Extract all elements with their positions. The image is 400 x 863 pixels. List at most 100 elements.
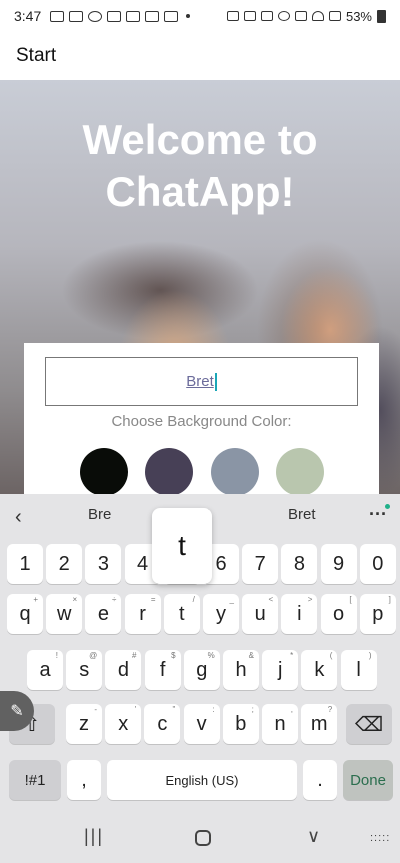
key-d-label: d	[117, 658, 129, 681]
key-e[interactable]: e ÷	[85, 594, 122, 634]
key-8[interactable]: 8	[281, 544, 318, 584]
key-n[interactable]: n,	[262, 704, 298, 744]
key-b-label: b	[235, 712, 247, 735]
key-r[interactable]: r =	[124, 594, 161, 634]
key-s[interactable]: s @	[66, 650, 103, 690]
key-j-label: j	[277, 658, 283, 681]
color-swatch-blue-gray[interactable]	[211, 448, 259, 496]
key-hint: -	[94, 705, 97, 714]
key-d[interactable]: d #	[105, 650, 142, 690]
name-input-value: Bret	[186, 373, 214, 390]
key-i-label: i	[297, 602, 302, 625]
space-key[interactable]: English (US)	[107, 760, 297, 800]
key-h[interactable]: h &	[223, 650, 259, 690]
key-0-label: 0	[372, 552, 384, 575]
key-v[interactable]: v:	[183, 704, 220, 744]
key-2-label: 2	[58, 552, 70, 575]
notification-icon	[107, 10, 122, 22]
key-hint: "	[172, 705, 176, 714]
key-hint: #	[131, 651, 137, 660]
backspace-key[interactable]: ⌫	[346, 704, 392, 744]
key-y[interactable]: y _	[203, 594, 239, 634]
key-0[interactable]: 0	[359, 544, 396, 584]
key-l[interactable]: l)	[340, 650, 377, 690]
key-y-label: y	[216, 602, 226, 625]
done-key-label: Done	[350, 771, 386, 789]
key-p[interactable]: p]	[359, 594, 396, 634]
suggestion-item[interactable]: Bre	[88, 506, 111, 523]
app-bar-title: Start	[16, 45, 57, 66]
more-notifications-icon	[186, 14, 191, 18]
key-c-label: c	[157, 712, 168, 735]
suggestion-item[interactable]: Bret	[288, 506, 316, 523]
notification-dot	[385, 504, 390, 509]
battery-icon	[377, 9, 386, 23]
backspace-icon: ⌫	[354, 713, 384, 736]
key-f[interactable]: f $	[144, 650, 181, 690]
name-input[interactable]: Bret	[45, 357, 358, 406]
background-color-label: Choose Background Color:	[111, 413, 292, 430]
mute-icon	[294, 11, 307, 21]
key-z-label: z	[79, 712, 89, 735]
color-swatch-purple[interactable]	[145, 448, 193, 496]
status-right: 53%	[226, 9, 386, 24]
nfc-icon	[260, 11, 273, 21]
key-q[interactable]: q +	[7, 594, 43, 634]
chevron-left-icon[interactable]: ‹	[15, 506, 22, 529]
key-hint: =	[150, 595, 156, 604]
key-j[interactable]: j *	[262, 650, 299, 690]
recent-apps-icon[interactable]: |||	[84, 826, 104, 847]
key-b[interactable]: b;	[222, 704, 259, 744]
key-hint: /	[192, 595, 195, 604]
wifi-icon	[311, 11, 324, 21]
lock-icon	[243, 11, 256, 21]
key-v-label: v	[196, 712, 207, 735]
key-g[interactable]: g%	[183, 650, 220, 690]
keyboard-hide-icon[interactable]: :::::	[370, 832, 390, 844]
key-a[interactable]: a!	[27, 650, 63, 690]
notification-icon	[126, 10, 141, 22]
key-hint: )	[368, 651, 372, 660]
key-n-label: n	[274, 712, 286, 735]
key-c[interactable]: c "	[144, 704, 181, 744]
done-key[interactable]: Done	[343, 760, 393, 800]
key-m[interactable]: m?	[301, 704, 338, 744]
notification-icon	[88, 10, 103, 22]
key-x[interactable]: x '	[105, 704, 142, 744]
key-t[interactable]: t /	[163, 594, 200, 634]
key-o[interactable]: o[	[320, 594, 357, 634]
system-nav-bar: ||| ∨ :::::	[0, 814, 400, 863]
notification-icon	[69, 10, 84, 22]
key-hint: ÷	[112, 595, 117, 604]
key-3[interactable]: 3	[85, 544, 122, 584]
key-u[interactable]: u <	[242, 594, 279, 634]
key-t-label: t	[179, 602, 185, 625]
color-swatch-green[interactable]	[276, 448, 324, 496]
status-bar: 3:47 53%	[0, 0, 400, 32]
key-k-label: k	[314, 658, 325, 681]
key-9-label: 9	[333, 552, 345, 575]
key-u-label: u	[254, 602, 266, 625]
back-icon[interactable]: ∨	[307, 826, 320, 847]
key-hint: ;	[251, 705, 254, 714]
key-9[interactable]: 9	[320, 544, 357, 584]
start-card: Bret Choose Background Color:	[24, 343, 379, 503]
color-swatch-black[interactable]	[80, 448, 128, 496]
key-2[interactable]: 2	[46, 544, 83, 584]
period-key[interactable]: .	[303, 760, 337, 800]
welcome-title: Welcome to ChatApp!	[82, 116, 318, 215]
key-z[interactable]: z-	[66, 704, 102, 744]
key-icon	[226, 11, 239, 21]
symbols-key[interactable]: !#1	[9, 760, 61, 800]
key-hint: !	[55, 651, 58, 660]
key-g-label: g	[196, 658, 208, 681]
comma-key[interactable]: ,	[67, 760, 101, 800]
key-7[interactable]: 7	[242, 544, 279, 584]
key-w[interactable]: w ×	[46, 594, 83, 634]
home-icon[interactable]	[195, 830, 211, 846]
key-k[interactable]: k(	[301, 650, 338, 690]
key-1[interactable]: 1	[7, 544, 43, 584]
key-r-label: r	[139, 602, 146, 625]
key-i[interactable]: i >	[281, 594, 318, 634]
key-w-label: w	[56, 602, 72, 625]
